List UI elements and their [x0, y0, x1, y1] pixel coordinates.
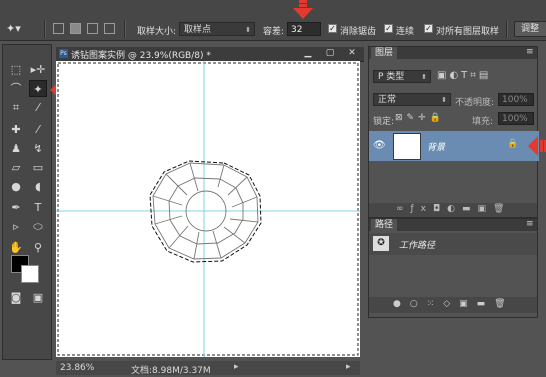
refine-edge-button[interactable]: 调整 [514, 21, 546, 37]
blend-mode-value: 正常 [378, 95, 397, 105]
blend-mode-select[interactable]: 正常 ⬍ [373, 93, 451, 106]
separator [44, 20, 46, 38]
magic-wand-tool-icon[interactable]: ✦▾ [6, 22, 26, 36]
fill-input[interactable]: 100% [498, 112, 534, 125]
background-color-swatch[interactable] [21, 265, 39, 283]
ps-document-icon: Ps [59, 49, 68, 58]
zoom-level[interactable]: 23.86% [60, 363, 94, 373]
sample-size-label: 取样大小: [137, 27, 177, 37]
healing-brush-icon[interactable]: ✚ [7, 121, 25, 138]
path-thumbnail-icon: ✪ [373, 236, 389, 251]
gradient-tool-icon[interactable]: ▭ [29, 159, 47, 176]
new-selection-icon[interactable] [53, 23, 64, 34]
tolerance-input[interactable]: 32 [287, 22, 321, 36]
chevron-down-icon: ⬍ [245, 26, 251, 34]
layer-filter-select[interactable]: P 类型 ⬍ [373, 70, 431, 83]
pen-tool-icon[interactable]: ✒ [7, 199, 25, 216]
lock-label: 锁定: [373, 117, 395, 127]
layer-thumbnail [393, 133, 421, 160]
annotation-arrow-left-icon [528, 136, 546, 156]
layer-name: 背景 [427, 143, 446, 153]
maximize-button[interactable]: ▢ [322, 48, 338, 59]
layer-filter-icons[interactable]: ▣◐T⌗▤ [437, 70, 491, 81]
quick-mask-icon[interactable]: ◙ [7, 289, 25, 306]
toolbox: ⬚ ▸✛ ⌒ ✦ ⌗ ⁄ ✚ ⁄ ♟ ↯ ▱ ▭ ● ◖ ✒ T ▹ ⬭ ✋ ⚲… [2, 44, 52, 360]
document-title-bar: Ps 诱钻图案实例 @ 23.9%(RGB/8) * ▁ ▢ ✕ [56, 47, 364, 62]
layer-footer-icons[interactable]: ∞ƒx◘◐▬▣🗑 [396, 204, 511, 214]
options-bar: ✦▾ 取样大小: 取样点 ⬍ 容差: 32 ✓ 消除锯齿 ✓ 连续 ✓ 对所有图… [0, 0, 546, 41]
layers-panel-footer: ∞ƒx◘◐▬▣🗑 [369, 203, 537, 217]
fill-label: 填充: [472, 117, 494, 127]
zoom-tool-icon[interactable]: ⚲ [29, 239, 47, 256]
blur-tool-icon[interactable]: ● [7, 178, 25, 195]
lock-icons[interactable]: ⊠✎✛🔒 [395, 113, 445, 123]
opacity-label: 不透明度: [455, 98, 495, 108]
paths-panel: 路径 ≡ ✪ 工作路径 ●○⁙◇▣▬🗑 [368, 218, 538, 318]
path-name: 工作路径 [399, 241, 436, 251]
opacity-input[interactable]: 100% [498, 93, 534, 106]
sample-size-value: 取样点 [184, 25, 212, 35]
crop-tool-icon[interactable]: ⌗ [7, 99, 25, 116]
layer-filter-label: P 类型 [378, 72, 405, 82]
screen-mode-icon[interactable]: ▣ [29, 289, 47, 306]
path-footer-icons[interactable]: ●○⁙◇▣▬🗑 [393, 299, 515, 309]
separator [506, 20, 508, 38]
chevron-down-icon: ⬍ [421, 73, 427, 81]
shape-tool-icon[interactable]: ⬭ [29, 218, 47, 235]
sample-size-select[interactable]: 取样点 ⬍ [179, 22, 255, 36]
document-title: 诱钻图案实例 @ 23.9%(RGB/8) * [71, 51, 211, 61]
all-layers-label: 对所有图层取样 [436, 27, 500, 37]
minimize-button[interactable]: ▁ [300, 48, 316, 59]
eraser-tool-icon[interactable]: ▱ [7, 159, 25, 176]
status-bar: 23.86% 文档:8.98M/3.37M ▸ ▸ [56, 361, 360, 376]
hand-tool-icon[interactable]: ✋ [7, 239, 25, 256]
marquee-tool-icon[interactable]: ⬚ [7, 61, 25, 78]
visibility-eye-icon[interactable]: 👁 [373, 140, 386, 151]
canvas-artwork [56, 61, 360, 357]
separator [124, 20, 126, 38]
panel-menu-icon[interactable]: ≡ [526, 47, 534, 57]
move-tool-icon[interactable]: ▸✛ [29, 61, 47, 78]
layers-panel: 图层 ≡ P 类型 ⬍ ▣◐T⌗▤ 正常 ⬍ 不透明度: 100% 锁定: ⊠✎… [368, 46, 539, 218]
subtract-selection-icon[interactable] [87, 23, 98, 34]
contiguous-checkbox[interactable]: ✓ [384, 24, 393, 33]
status-arrow-icon[interactable]: ▸ [234, 362, 239, 372]
path-row-work-path[interactable]: ✪ 工作路径 [369, 233, 537, 255]
chevron-down-icon: ⬍ [441, 96, 447, 104]
document-canvas[interactable] [56, 61, 360, 357]
scroll-right-icon[interactable]: ▸ [346, 362, 351, 372]
all-layers-checkbox[interactable]: ✓ [424, 24, 433, 33]
path-selection-icon[interactable]: ▹ [7, 218, 25, 235]
paths-tab[interactable]: 路径 [371, 219, 398, 231]
intersect-selection-icon[interactable] [104, 23, 115, 34]
contiguous-label: 连续 [396, 27, 415, 37]
layers-tab[interactable]: 图层 [371, 47, 398, 59]
document-size: 文档:8.98M/3.37M [131, 366, 211, 376]
brush-tool-icon[interactable]: ⁄ [29, 121, 47, 138]
close-button[interactable]: ✕ [344, 48, 360, 59]
panel-menu-icon[interactable]: ≡ [526, 219, 534, 229]
clone-stamp-icon[interactable]: ♟ [7, 140, 25, 157]
tolerance-label: 容差: [263, 27, 285, 37]
antialias-label: 消除锯齿 [340, 27, 377, 37]
lasso-tool-icon[interactable]: ⌒ [7, 80, 25, 97]
history-brush-icon[interactable]: ↯ [29, 140, 47, 157]
annotation-arrow-down-icon [293, 0, 313, 19]
paths-panel-footer: ●○⁙◇▣▬🗑 [369, 297, 537, 313]
eyedropper-tool-icon[interactable]: ⁄ [29, 99, 47, 116]
layer-row-background[interactable]: 👁 背景 🔒 [369, 131, 539, 161]
magic-wand-icon[interactable]: ✦ [29, 80, 47, 97]
dodge-tool-icon[interactable]: ◖ [29, 178, 47, 195]
type-tool-icon[interactable]: T [29, 199, 47, 216]
add-selection-icon[interactable] [70, 23, 81, 34]
layer-lock-icon: 🔒 [507, 139, 519, 149]
antialias-checkbox[interactable]: ✓ [328, 24, 337, 33]
